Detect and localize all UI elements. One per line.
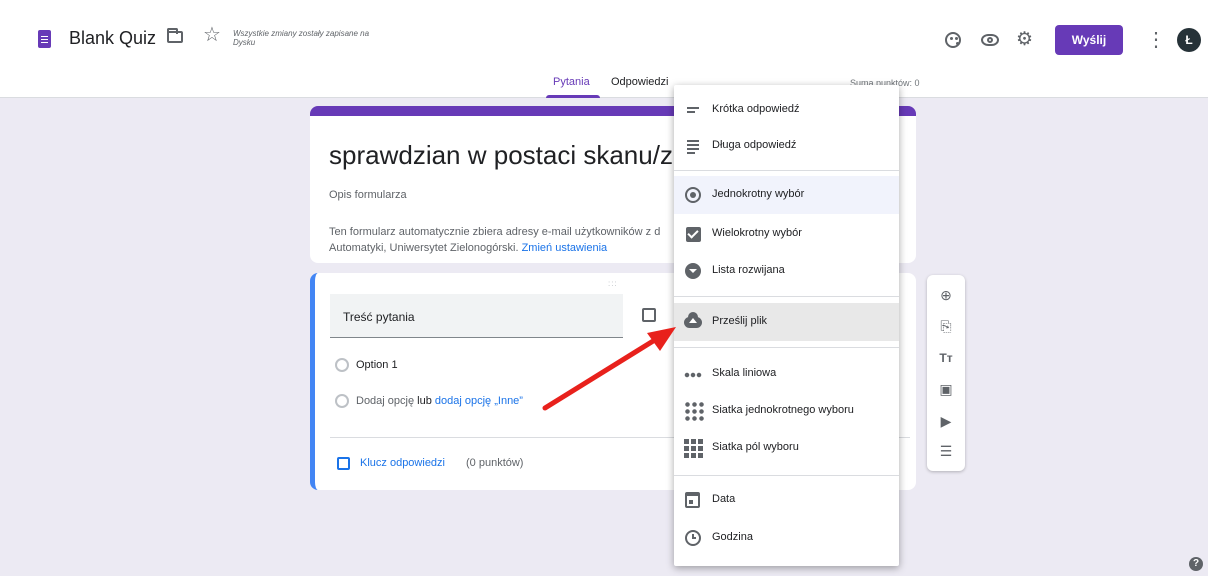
menu-item-radio-grid[interactable]: Siatka jednokrotnego wyboru bbox=[674, 392, 899, 430]
answer-key-button[interactable]: Klucz odpowiedzi bbox=[360, 457, 445, 469]
menu-item-time[interactable]: Godzina bbox=[674, 519, 899, 557]
form-description[interactable]: Opis formularza bbox=[329, 189, 407, 201]
menu-item-label: Długa odpowiedź bbox=[712, 139, 797, 151]
menu-divider bbox=[674, 347, 899, 348]
more-vert-icon[interactable]: ⋮ bbox=[1146, 25, 1166, 55]
palette-icon[interactable] bbox=[945, 32, 961, 48]
cloud-upload-icon bbox=[684, 312, 702, 328]
menu-item-label: Siatka pól wyboru bbox=[712, 441, 799, 453]
change-settings-link[interactable]: Zmień ustawienia bbox=[522, 242, 608, 254]
forms-icon[interactable] bbox=[38, 30, 51, 48]
answer-key-icon[interactable] bbox=[337, 457, 350, 470]
top-bar: Blank Quiz ☆ Wszystkie zmiany zostały za… bbox=[0, 0, 1208, 98]
menu-item-paragraph[interactable]: Długa odpowiedź bbox=[674, 127, 899, 165]
radio-icon bbox=[335, 358, 349, 372]
menu-item-label: Lista rozwijana bbox=[712, 264, 785, 276]
email-note-text-2: Automatyki, Uniwersytet Zielonogórski. bbox=[329, 242, 519, 254]
menu-item-label: Godzina bbox=[712, 531, 753, 543]
menu-item-checkbox-grid[interactable]: Siatka pól wyboru bbox=[674, 429, 899, 467]
video-icon[interactable]: ▶ bbox=[936, 411, 956, 431]
radio-icon bbox=[335, 394, 349, 408]
menu-item-file-upload[interactable]: Prześlij plik bbox=[674, 303, 899, 341]
clock-icon bbox=[685, 530, 701, 546]
menu-divider bbox=[674, 475, 899, 476]
add-image-icon[interactable] bbox=[642, 308, 656, 322]
menu-item-label: Data bbox=[712, 493, 736, 505]
save-status: Wszystkie zmiany zostały zapisane na Dys… bbox=[233, 29, 370, 47]
add-question-icon[interactable]: ⊕ bbox=[936, 285, 956, 305]
checkbox-grid-icon bbox=[684, 438, 704, 458]
add-option-link[interactable]: Dodaj opcję bbox=[356, 395, 414, 407]
menu-item-dropdown[interactable]: Lista rozwijana bbox=[674, 252, 899, 290]
help-icon[interactable]: ? bbox=[1189, 557, 1203, 571]
tab-responses[interactable]: Odpowiedzi bbox=[611, 76, 668, 88]
tab-questions[interactable]: Pytania bbox=[553, 76, 590, 88]
menu-item-short-answer[interactable]: Krótka odpowiedź bbox=[674, 91, 899, 129]
menu-item-label: Siatka jednokrotnego wyboru bbox=[712, 404, 854, 416]
avatar[interactable]: Ł bbox=[1177, 28, 1201, 52]
menu-item-date[interactable]: Data bbox=[674, 481, 899, 519]
star-icon[interactable]: ☆ bbox=[203, 25, 221, 45]
calendar-icon bbox=[685, 492, 700, 508]
import-questions-icon[interactable]: ⎘ bbox=[936, 316, 956, 336]
add-other-link[interactable]: dodaj opcję „Inne” bbox=[435, 395, 523, 407]
send-button[interactable]: Wyślij bbox=[1055, 25, 1123, 55]
email-note-text: Ten formularz automatycznie zbiera adres… bbox=[329, 226, 661, 238]
radio-grid-icon bbox=[684, 401, 704, 421]
eye-icon[interactable] bbox=[981, 34, 999, 46]
or-label: lub bbox=[417, 395, 432, 407]
paragraph-icon bbox=[684, 137, 702, 155]
image-icon[interactable]: ▣ bbox=[936, 379, 956, 399]
menu-item-label: Krótka odpowiedź bbox=[712, 103, 800, 115]
menu-item-linear-scale[interactable]: Skala liniowa bbox=[674, 355, 899, 393]
add-option-row: Dodaj opcję lub dodaj opcję „Inne” bbox=[356, 395, 523, 407]
question-points: (0 punktów) bbox=[466, 457, 524, 469]
menu-item-label: Skala liniowa bbox=[712, 367, 777, 379]
menu-divider bbox=[674, 296, 899, 297]
drag-handle-icon[interactable]: ::: bbox=[608, 279, 618, 288]
title-text-icon[interactable]: Tт bbox=[936, 348, 956, 368]
menu-item-label: Prześlij plik bbox=[712, 315, 768, 327]
checkbox-icon bbox=[686, 227, 701, 242]
gear-icon[interactable]: ⚙ bbox=[1016, 30, 1033, 50]
dropdown-icon bbox=[685, 263, 701, 279]
menu-item-label: Jednokrotny wybór bbox=[712, 188, 805, 200]
side-toolbar: ⊕ ⎘ Tт ▣ ▶ ☰ bbox=[927, 275, 965, 471]
radio-icon bbox=[685, 187, 701, 203]
linear-scale-icon bbox=[684, 365, 702, 383]
menu-item-radio[interactable]: Jednokrotny wybór bbox=[674, 176, 899, 214]
folder-icon[interactable] bbox=[167, 28, 183, 43]
menu-item-checkbox[interactable]: Wielokrotny wybór bbox=[674, 215, 899, 253]
menu-item-label: Wielokrotny wybór bbox=[712, 227, 802, 239]
section-icon[interactable]: ☰ bbox=[936, 441, 956, 461]
menu-divider bbox=[674, 170, 899, 171]
question-input[interactable]: Treść pytania bbox=[330, 294, 623, 338]
email-collection-note: Ten formularz automatycznie zbiera adres… bbox=[329, 224, 689, 256]
tab-underline bbox=[546, 95, 600, 98]
option-1-label[interactable]: Option 1 bbox=[356, 359, 398, 371]
short-answer-icon bbox=[684, 101, 702, 119]
question-type-menu: Krótka odpowiedź Długa odpowiedź Jednokr… bbox=[674, 85, 899, 566]
form-title-top[interactable]: Blank Quiz bbox=[69, 28, 156, 49]
form-title[interactable]: sprawdzian w postaci skanu/zc bbox=[329, 140, 686, 171]
question-placeholder: Treść pytania bbox=[343, 310, 415, 324]
